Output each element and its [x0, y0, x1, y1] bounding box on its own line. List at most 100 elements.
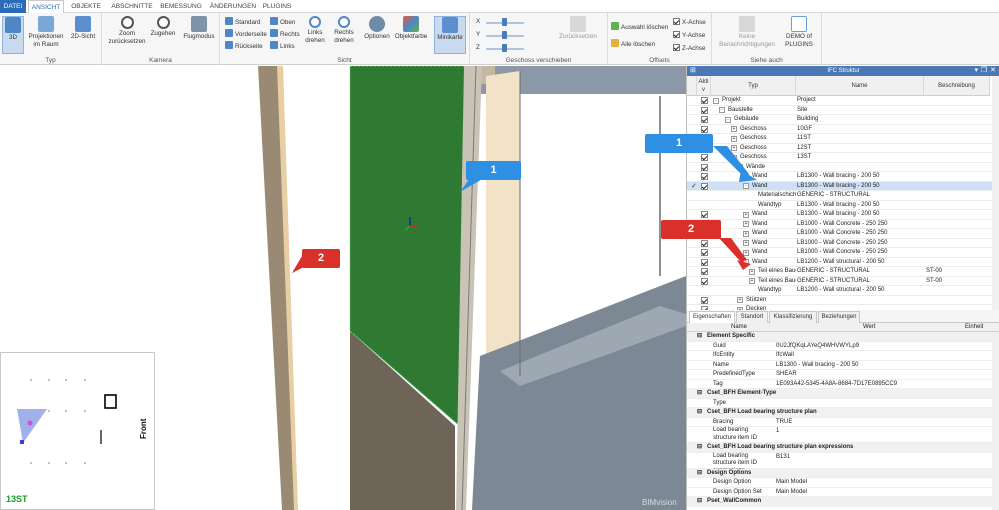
collapse-icon[interactable]: -: [719, 107, 725, 113]
alle-loeschen-button[interactable]: Alle löschen: [611, 39, 655, 50]
prop-value[interactable]: 1E093A42-5345-4A8A-8684-7D17E0895CC9: [776, 380, 897, 390]
tab-bemessung[interactable]: BEMESSUNG: [158, 0, 204, 13]
collapse-icon[interactable]: -: [725, 116, 731, 123]
auswahl-loeschen-button[interactable]: Auswahl löschen: [611, 22, 668, 33]
panel-restore-icon[interactable]: ❐: [981, 67, 987, 75]
row-active-checkbox[interactable]: [701, 211, 708, 218]
prop-row[interactable]: Design Option Set Main Model: [687, 488, 992, 498]
3d-button[interactable]: 3D: [2, 16, 24, 54]
z-achse-check[interactable]: [673, 44, 680, 51]
expand-icon[interactable]: +: [743, 230, 749, 237]
prop-value[interactable]: SHEAR: [776, 370, 797, 380]
prop-row[interactable]: Bracing TRUE: [687, 418, 992, 428]
tree-row[interactable]: + Geschoss 10GF: [687, 125, 992, 134]
row-active-checkbox[interactable]: [701, 249, 708, 256]
flugmodus-button[interactable]: Flugmodus: [180, 16, 218, 41]
benachrichtigungen-button[interactable]: Keine Benachrichtigungen: [716, 16, 778, 48]
objektfarbe-button[interactable]: Objektfarbe: [394, 16, 428, 41]
prop-row[interactable]: Name LB1300 - Wall bracing - 200 50: [687, 361, 992, 371]
prop-section[interactable]: ⊟ Design Options: [687, 468, 992, 479]
z-achse-checkbox[interactable]: Z-Achse: [673, 43, 705, 54]
panel-close-icon[interactable]: ✕: [990, 67, 996, 75]
minimap[interactable]: 13ST Front: [0, 352, 155, 510]
tree-row[interactable]: - Baustelle Site: [687, 106, 992, 115]
tab-abschnitte[interactable]: ABSCHNITTE: [108, 0, 156, 13]
row-active-checkbox[interactable]: [701, 296, 708, 304]
collapse-icon[interactable]: ⊟: [697, 332, 702, 342]
row-active-checkbox[interactable]: [701, 154, 708, 161]
vorderseite-button[interactable]: Vorderseite: [225, 29, 267, 40]
collapse-icon[interactable]: ⊟: [697, 408, 702, 418]
row-active-checkbox[interactable]: [701, 116, 708, 123]
col-header-typ[interactable]: Typ: [711, 76, 796, 96]
prop-row[interactable]: Type: [687, 399, 992, 408]
prop-value[interactable]: Main Model: [776, 478, 807, 488]
row-active-checkbox[interactable]: [701, 268, 708, 275]
tree-scrollbar[interactable]: [992, 76, 999, 310]
z-slider-knob[interactable]: [502, 44, 507, 52]
prop-value[interactable]: IfcWall: [776, 351, 794, 361]
optionen-button[interactable]: Optionen: [362, 16, 392, 41]
links-drehen-button[interactable]: Links drehen: [302, 16, 328, 44]
panel-pin-icon[interactable]: ⊞: [690, 67, 696, 75]
x-achse-check[interactable]: [673, 18, 680, 25]
prop-value[interactable]: Main Model: [776, 488, 807, 498]
tree-row[interactable]: Wandtyp LB1300 - Wall bracing - 200 50: [687, 201, 992, 210]
x-slider-knob[interactable]: [502, 18, 507, 26]
collapse-icon[interactable]: ⊟: [697, 497, 702, 507]
rechts-button[interactable]: Rechts: [270, 29, 300, 40]
y-achse-check[interactable]: [673, 31, 680, 38]
tab-datei[interactable]: DATEI: [0, 0, 26, 13]
row-active-checkbox[interactable]: [701, 97, 708, 104]
collapse-icon[interactable]: ⊟: [697, 469, 702, 479]
tree-row[interactable]: - Projekt Project: [687, 96, 992, 106]
zuruecksetzen-button[interactable]: Zurücksetzen: [554, 16, 602, 41]
prop-section[interactable]: ⊟ Element Specific: [687, 332, 992, 342]
prop-section[interactable]: ⊟ Cset_BFH Load bearing structure plan: [687, 408, 992, 418]
tree-row[interactable]: + Geschoss 11ST: [687, 134, 992, 144]
2d-sicht-button[interactable]: 2D-Sicht: [68, 16, 98, 41]
prop-row[interactable]: PredefinedType SHEAR: [687, 370, 992, 380]
row-active-checkbox[interactable]: [701, 163, 708, 171]
standard-view-button[interactable]: Standard: [225, 17, 261, 28]
col-header-aktiv[interactable]: Akti v: [697, 76, 711, 96]
oben-button[interactable]: Oben: [270, 17, 295, 28]
prop-row[interactable]: Tag 1E093A42-5345-4A8A-8684-7D17E0895CC9: [687, 380, 992, 390]
tab-änderungen[interactable]: ÄNDERUNGEN: [206, 0, 260, 13]
prop-row[interactable]: Load bearing structure item ID 1: [687, 427, 992, 443]
row-active-checkbox[interactable]: [701, 258, 708, 266]
prop-value[interactable]: B131: [776, 453, 790, 463]
prop-scrollbar[interactable]: [992, 332, 999, 510]
demo-plugins-button[interactable]: DEMO of PLUGINS: [780, 16, 818, 48]
expand-icon[interactable]: +: [743, 211, 749, 218]
prop-tab-beziehungen[interactable]: Beziehungen: [818, 311, 860, 323]
prop-section[interactable]: ⊟ Pset_WallCommon: [687, 497, 992, 507]
prop-value[interactable]: LB1300 - Wall bracing - 200 50: [776, 361, 859, 371]
prop-section[interactable]: ⊟ Cset_BFH Element-Type: [687, 389, 992, 399]
panel-minimize-icon[interactable]: ▾: [974, 67, 978, 75]
prop-value[interactable]: 1: [776, 427, 779, 437]
row-active-checkbox[interactable]: [701, 106, 708, 114]
tree-row[interactable]: - Gebäude Building: [687, 115, 992, 125]
collapse-icon[interactable]: ⊟: [697, 443, 702, 453]
prop-value[interactable]: 0U2JfQKqLAYeQ4WHVWYLp9: [776, 342, 859, 352]
rechts-drehen-button[interactable]: Rechts drehen: [330, 16, 358, 44]
prop-row[interactable]: IfcEntity IfcWall: [687, 351, 992, 361]
expand-icon[interactable]: +: [743, 221, 749, 227]
row-active-checkbox[interactable]: [701, 239, 708, 247]
projektionen-button[interactable]: Projektionen im Raum: [26, 16, 66, 48]
row-active-checkbox[interactable]: [701, 182, 708, 190]
col-header-name[interactable]: Name: [796, 76, 924, 96]
y-achse-checkbox[interactable]: Y-Achse: [673, 30, 705, 41]
row-active-checkbox[interactable]: [701, 125, 708, 133]
y-slider-knob[interactable]: [502, 31, 507, 39]
links-button[interactable]: Links: [270, 41, 295, 52]
minikarte-button[interactable]: Minikarte: [434, 16, 466, 54]
col-header-beschreibung[interactable]: Beschreibung: [924, 76, 990, 96]
collapse-icon[interactable]: -: [713, 97, 719, 104]
x-achse-checkbox[interactable]: X-Achse: [673, 17, 706, 28]
prop-value[interactable]: TRUE: [776, 418, 792, 428]
tab-objekte[interactable]: OBJEKTE: [66, 0, 106, 13]
tab-plugins[interactable]: PLUGINS: [262, 0, 292, 13]
rueckseite-button[interactable]: Rückseite: [225, 41, 263, 52]
